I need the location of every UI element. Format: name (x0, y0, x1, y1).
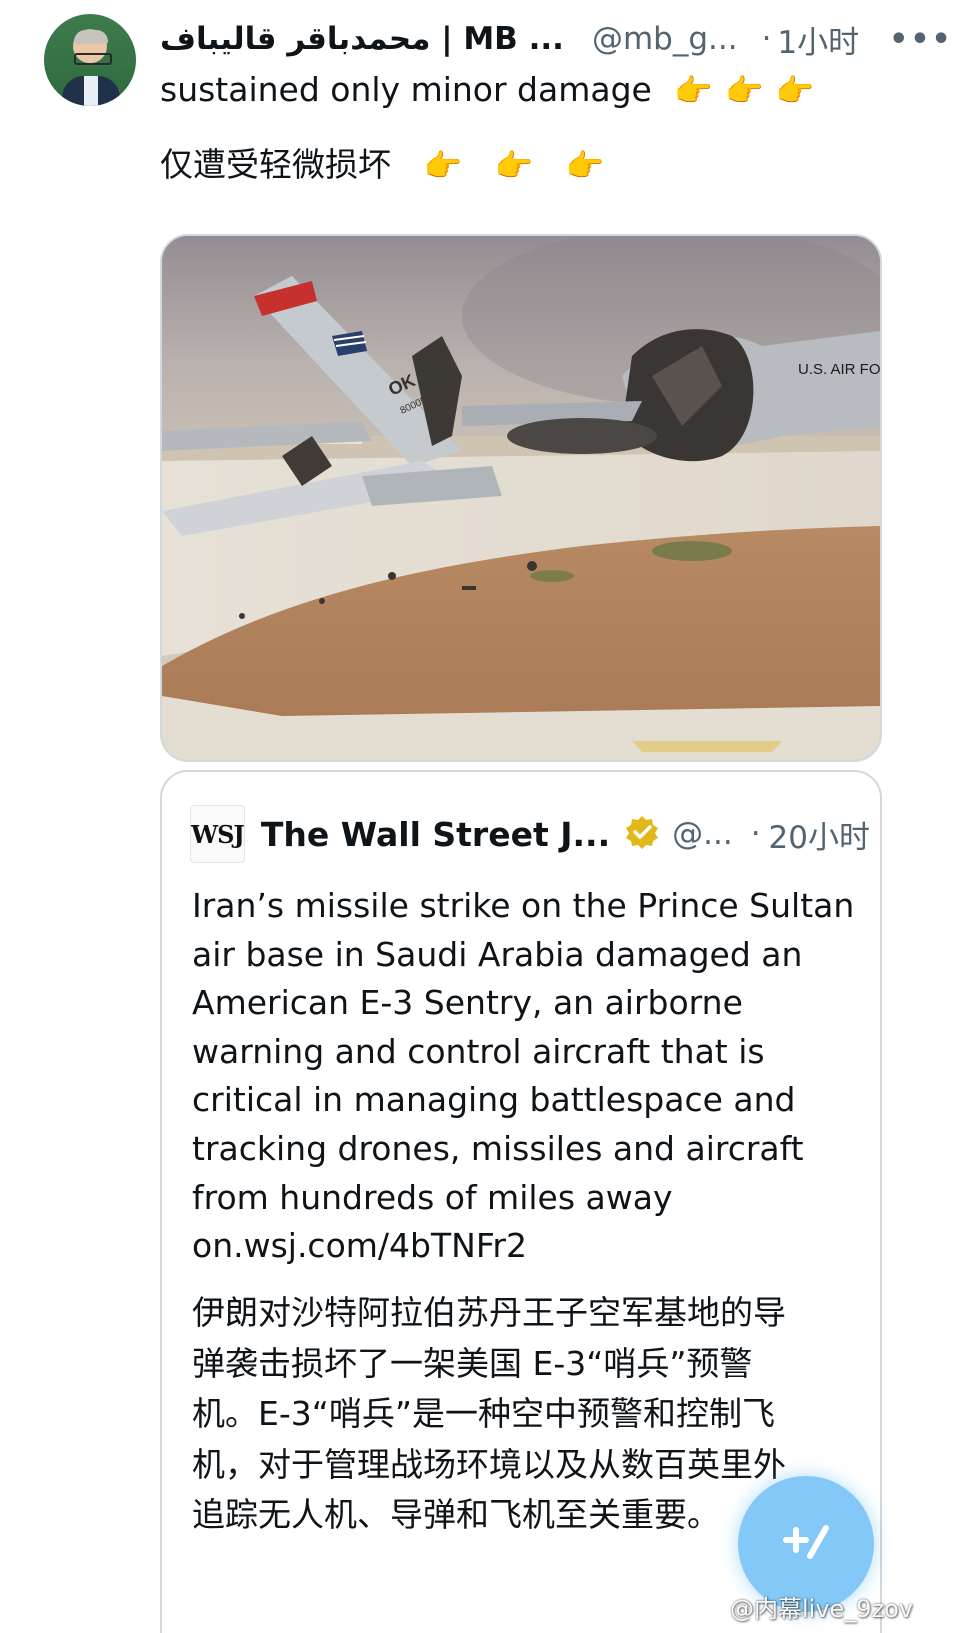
avatar[interactable] (44, 14, 136, 106)
tweet-text-en: sustained only minor damage 👉 👉 👉 (160, 70, 814, 109)
avatar-glasses (74, 53, 112, 65)
tweet-header: محمدباقر قالیباف | MB ... @mb_g... · 1小时… (160, 16, 951, 62)
quoted-text-line: warning and control aircraft that is (192, 1031, 765, 1071)
pointing-hand-icon: 👉 (724, 73, 764, 109)
pointing-hand-icon: 👉 (674, 73, 713, 109)
avatar-hair (74, 30, 108, 44)
display-name[interactable]: محمدباقر قالیباف | MB ... (160, 21, 564, 57)
tweet-media-image[interactable]: U.S. AIR FORC OK 80005 (160, 234, 882, 762)
quoted-text-line: from hundreds of miles away (192, 1177, 673, 1217)
verified-icon (624, 814, 660, 854)
quoted-text-zh-line: 机。E-3“哨兵”是一种空中预警和控制飞 (192, 1394, 775, 1433)
fuselage-text: U.S. AIR FORC (798, 361, 880, 378)
pointing-hand-icon: 👉 (494, 148, 534, 184)
tweet-text-zh-content: 仅遭受轻微损坏 (160, 145, 391, 184)
quoted-text-line: Iran’s missile strike on the Prince Sult… (192, 886, 855, 925)
quoted-text-line: critical in managing battlespace and (192, 1080, 796, 1120)
avatar-shirt (84, 76, 98, 106)
wsj-avatar-logo[interactable]: WSJ (190, 805, 245, 863)
tweet-screenshot: محمدباقر قالیباف | MB ... @mb_g... · 1小时… (0, 0, 960, 1633)
quoted-text-line: air base in Saudi Arabia damaged an (192, 934, 803, 974)
quoted-text-line: American E-3 Sentry, an airborne (192, 983, 743, 1023)
damaged-aircraft-photo: U.S. AIR FORC OK 80005 (162, 236, 880, 760)
watermark: @内幕live_9zov (694, 1586, 954, 1626)
compose-icon (776, 1510, 836, 1582)
more-icon[interactable]: ••• (889, 22, 953, 57)
pointing-hand-icon: 👉 (423, 148, 463, 184)
timestamp[interactable]: 1小时 (777, 17, 859, 62)
quoted-timestamp[interactable]: 20小时 (769, 812, 870, 857)
pointing-hand-icon: 👉 (775, 73, 815, 109)
separator-dot: · (750, 816, 761, 852)
tweet-text-en-content: sustained only minor damage (160, 70, 652, 109)
weibo-icon (694, 1591, 724, 1621)
pointing-hand-icon: 👉 (565, 148, 605, 184)
wsj-article-link[interactable]: on.wsj.com/4bTNFr2 (192, 1222, 862, 1271)
quoted-display-name[interactable]: The Wall Street J... (261, 815, 610, 854)
quoted-text-line: tracking drones, missiles and aircraft (192, 1128, 804, 1168)
quoted-handle[interactable]: @... (672, 816, 733, 852)
separator-dot: · (761, 21, 772, 57)
quoted-tweet-text-en: Iran’s missile strike on the Prince Sult… (192, 882, 862, 1271)
quoted-tweet-header: WSJ The Wall Street J... @... · 20小时 (190, 804, 870, 864)
tweet-text-zh: 仅遭受轻微损坏 👉 👉 👉 (160, 138, 604, 186)
quoted-text-zh-line: 弹袭击损坏了一架美国 E-3“哨兵”预警 (192, 1343, 753, 1383)
quoted-text-zh-line: 机，对于管理战场环境以及从数百英里外 (192, 1444, 786, 1484)
quoted-text-zh-line: 伊朗对沙特阿拉伯苏丹王子空军基地的导 (192, 1293, 786, 1332)
watermark-text: @内幕live_9zov (730, 1594, 914, 1623)
user-handle[interactable]: @mb_g... (592, 21, 738, 57)
